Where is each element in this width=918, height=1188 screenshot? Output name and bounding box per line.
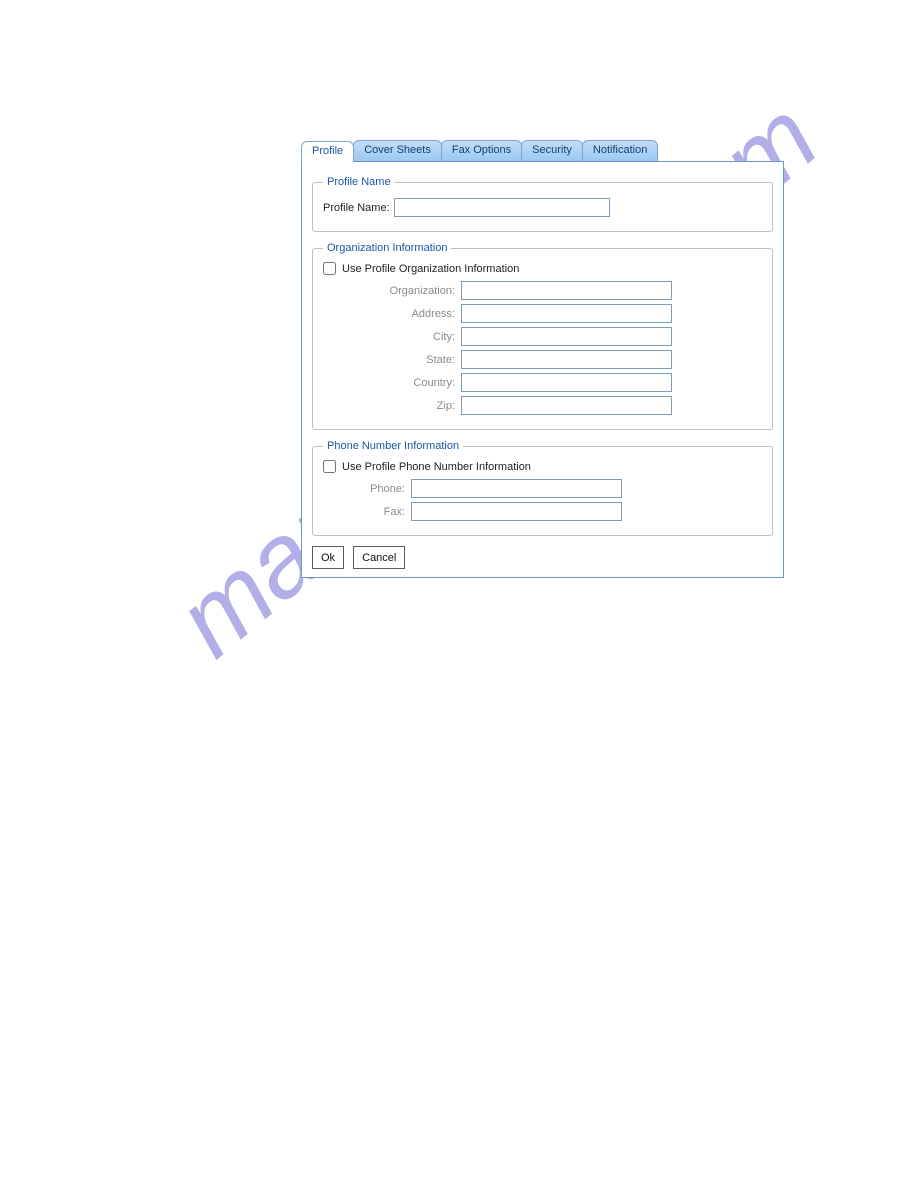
phone-info-legend: Phone Number Information <box>323 440 463 452</box>
fax-label: Fax: <box>345 506 411 518</box>
zip-label: Zip: <box>359 400 461 412</box>
profile-name-legend: Profile Name <box>323 176 395 188</box>
state-label: State: <box>359 354 461 366</box>
button-row: Ok Cancel <box>312 546 773 569</box>
zip-input[interactable] <box>461 396 672 415</box>
profile-name-group: Profile Name Profile Name: <box>312 176 773 232</box>
use-profile-phone-label: Use Profile Phone Number Information <box>342 461 531 473</box>
tabs: Profile Cover Sheets Fax Options Securit… <box>301 140 784 161</box>
city-label: City: <box>359 331 461 343</box>
phone-info-group: Phone Number Information Use Profile Pho… <box>312 440 773 536</box>
ok-button[interactable]: Ok <box>312 546 344 569</box>
org-fields: Organization: Address: City: State: Coun… <box>359 281 762 415</box>
city-input[interactable] <box>461 327 672 346</box>
address-input[interactable] <box>461 304 672 323</box>
profile-name-input[interactable] <box>394 198 610 217</box>
tab-notification[interactable]: Notification <box>582 140 658 161</box>
use-profile-org-label: Use Profile Organization Information <box>342 263 519 275</box>
fax-input[interactable] <box>411 502 622 521</box>
profile-panel: Profile Name Profile Name: Organization … <box>301 161 784 578</box>
use-profile-phone-checkbox[interactable] <box>323 460 336 473</box>
tab-fax-options[interactable]: Fax Options <box>441 140 522 161</box>
tab-cover-sheets[interactable]: Cover Sheets <box>353 140 442 161</box>
state-input[interactable] <box>461 350 672 369</box>
phone-label: Phone: <box>345 483 411 495</box>
cancel-button[interactable]: Cancel <box>353 546 405 569</box>
use-profile-org-checkbox[interactable] <box>323 262 336 275</box>
country-input[interactable] <box>461 373 672 392</box>
dialog-container: Profile Cover Sheets Fax Options Securit… <box>301 140 784 578</box>
organization-label: Organization: <box>359 285 461 297</box>
tab-security[interactable]: Security <box>521 140 583 161</box>
phone-fields: Phone: Fax: <box>345 479 762 521</box>
phone-input[interactable] <box>411 479 622 498</box>
org-info-group: Organization Information Use Profile Org… <box>312 242 773 430</box>
address-label: Address: <box>359 308 461 320</box>
organization-input[interactable] <box>461 281 672 300</box>
org-info-legend: Organization Information <box>323 242 451 254</box>
tab-profile[interactable]: Profile <box>301 141 354 162</box>
profile-name-label: Profile Name: <box>323 202 394 214</box>
country-label: Country: <box>359 377 461 389</box>
